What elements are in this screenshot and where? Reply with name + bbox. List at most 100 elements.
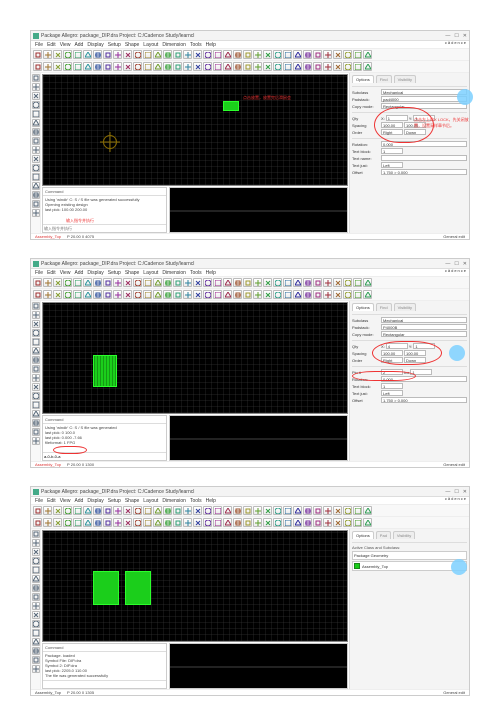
toolbar-button[interactable] bbox=[123, 506, 132, 515]
toolbar-button[interactable] bbox=[143, 50, 152, 59]
toolbar-button[interactable] bbox=[43, 506, 52, 515]
toolbar-button[interactable] bbox=[173, 50, 182, 59]
toolbar-button[interactable] bbox=[283, 278, 292, 287]
toolbar-button[interactable] bbox=[43, 518, 52, 527]
toolbar-button[interactable] bbox=[173, 278, 182, 287]
toolbar-button[interactable] bbox=[93, 278, 102, 287]
side-tool-button[interactable] bbox=[32, 320, 40, 328]
toolbar-button[interactable] bbox=[343, 506, 352, 515]
toolbar-button[interactable] bbox=[163, 62, 172, 71]
toolbar-button[interactable] bbox=[343, 290, 352, 299]
side-tool-button[interactable] bbox=[32, 329, 40, 337]
toolbar-button[interactable] bbox=[293, 278, 302, 287]
toolbar-button[interactable] bbox=[363, 50, 372, 59]
toolbar-button[interactable] bbox=[73, 518, 82, 527]
menu-display[interactable]: Display bbox=[87, 42, 103, 48]
toolbar-button[interactable] bbox=[73, 50, 82, 59]
toolbar-button[interactable] bbox=[33, 50, 42, 59]
toolbar-button[interactable] bbox=[53, 290, 62, 299]
toolbar-button[interactable] bbox=[83, 290, 92, 299]
toolbar-button[interactable] bbox=[153, 278, 162, 287]
toolbar-button[interactable] bbox=[163, 506, 172, 515]
toolbar-button[interactable] bbox=[303, 518, 312, 527]
toolbar-button[interactable] bbox=[223, 506, 232, 515]
toolbar-button[interactable] bbox=[353, 290, 362, 299]
side-tool-button[interactable] bbox=[32, 356, 40, 364]
toolbar-button[interactable] bbox=[293, 50, 302, 59]
toolbar-button[interactable] bbox=[353, 278, 362, 287]
toolbar-button[interactable] bbox=[243, 50, 252, 59]
toolbar-button[interactable] bbox=[343, 50, 352, 59]
toolbar-button[interactable] bbox=[203, 50, 212, 59]
toolbar-button[interactable] bbox=[53, 518, 62, 527]
toolbar-button[interactable] bbox=[193, 50, 202, 59]
toolbar-button[interactable] bbox=[83, 518, 92, 527]
toolbar-button[interactable] bbox=[73, 278, 82, 287]
toolbar-button[interactable] bbox=[333, 278, 342, 287]
toolbar-button[interactable] bbox=[143, 278, 152, 287]
toolbar-button[interactable] bbox=[203, 518, 212, 527]
toolbar-button[interactable] bbox=[273, 518, 282, 527]
toolbar-button[interactable] bbox=[303, 506, 312, 515]
textjust-input[interactable]: Left bbox=[381, 162, 403, 168]
toolbar-button[interactable] bbox=[103, 518, 112, 527]
toolbar-button[interactable] bbox=[73, 62, 82, 71]
toolbar-button[interactable] bbox=[63, 278, 72, 287]
menu-tools[interactable]: Tools bbox=[190, 42, 202, 48]
toolbar-button[interactable] bbox=[233, 278, 242, 287]
toolbar-button[interactable] bbox=[203, 278, 212, 287]
toolbar-button[interactable] bbox=[63, 62, 72, 71]
toolbar-button[interactable] bbox=[103, 62, 112, 71]
toolbar-button[interactable] bbox=[163, 290, 172, 299]
side-tool-button[interactable] bbox=[32, 383, 40, 391]
side-tool-button[interactable] bbox=[32, 620, 40, 628]
world-view[interactable] bbox=[169, 643, 348, 689]
toolbar-button[interactable] bbox=[173, 506, 182, 515]
menu-add[interactable]: Add bbox=[74, 42, 83, 48]
toolbar-button[interactable] bbox=[73, 506, 82, 515]
toolbar-button[interactable] bbox=[183, 62, 192, 71]
toolbar-button[interactable] bbox=[113, 50, 122, 59]
toolbar-button[interactable] bbox=[323, 518, 332, 527]
toolbar-button[interactable] bbox=[363, 290, 372, 299]
toolbar-button[interactable] bbox=[173, 518, 182, 527]
class-select[interactable]: Package Geometry bbox=[352, 551, 467, 560]
toolbar-button[interactable] bbox=[283, 50, 292, 59]
toolbar-button[interactable] bbox=[343, 278, 352, 287]
toolbar-button[interactable] bbox=[183, 290, 192, 299]
side-tool-button[interactable] bbox=[32, 74, 40, 82]
side-tool-button[interactable] bbox=[32, 392, 40, 400]
toolbar-button[interactable] bbox=[193, 506, 202, 515]
toolbar-button[interactable] bbox=[253, 50, 262, 59]
toolbar-button[interactable] bbox=[43, 50, 52, 59]
side-tool-button[interactable] bbox=[32, 92, 40, 100]
side-tool-button[interactable] bbox=[32, 647, 40, 655]
toolbar-button[interactable] bbox=[193, 62, 202, 71]
side-tool-button[interactable] bbox=[32, 530, 40, 538]
side-tool-button[interactable] bbox=[32, 419, 40, 427]
toolbar-button[interactable] bbox=[333, 50, 342, 59]
toolbar-button[interactable] bbox=[143, 506, 152, 515]
toolbar-button[interactable] bbox=[263, 278, 272, 287]
world-view[interactable] bbox=[169, 187, 348, 233]
menu-dimension[interactable]: Dimension bbox=[162, 42, 186, 48]
toolbar-button[interactable] bbox=[293, 62, 302, 71]
toolbar-button[interactable] bbox=[63, 50, 72, 59]
toolbar-button[interactable] bbox=[233, 506, 242, 515]
toolbar-button[interactable] bbox=[183, 50, 192, 59]
toolbar-button[interactable] bbox=[203, 506, 212, 515]
toolbar-button[interactable] bbox=[363, 506, 372, 515]
side-tool-button[interactable] bbox=[32, 566, 40, 574]
side-tool-button[interactable] bbox=[32, 437, 40, 445]
window-max-button[interactable]: ☐ bbox=[454, 33, 458, 39]
toolbar-button[interactable] bbox=[53, 62, 62, 71]
toolbar-button[interactable] bbox=[113, 62, 122, 71]
toolbar-button[interactable] bbox=[283, 506, 292, 515]
side-tool-button[interactable] bbox=[32, 656, 40, 664]
toolbar-button[interactable] bbox=[323, 50, 332, 59]
toolbar-button[interactable] bbox=[213, 62, 222, 71]
padstack-select[interactable]: pad4000 bbox=[381, 96, 467, 102]
toolbar-button[interactable] bbox=[293, 518, 302, 527]
side-tool-button[interactable] bbox=[32, 164, 40, 172]
toolbar-button[interactable] bbox=[313, 62, 322, 71]
